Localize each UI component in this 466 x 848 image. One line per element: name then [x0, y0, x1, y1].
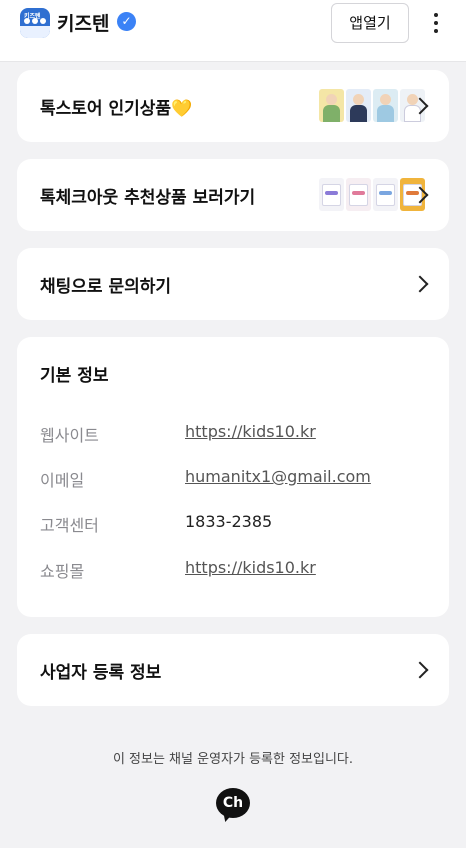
product-thumbnail	[373, 178, 398, 211]
channel-logo[interactable]: 키즈텐	[20, 8, 50, 38]
business-registration-card[interactable]: 사업자 등록 정보	[17, 634, 449, 706]
product-thumbnail	[319, 178, 344, 211]
shopping-mall-link[interactable]: https://kids10.kr	[185, 558, 316, 577]
app-header: 키즈텐 키즈텐 ✓ 앱열기	[0, 0, 466, 62]
footer-note: 이 정보는 채널 운영자가 등록한 정보입니다.	[112, 752, 354, 767]
talkstore-popular-card[interactable]: 톡스토어 인기상품💛	[17, 70, 449, 142]
talkcheckout-recommend-card[interactable]: 톡체크아웃 추천상품 보러가기	[17, 159, 449, 231]
talkstore-popular-label: 톡스토어 인기상품	[40, 99, 172, 119]
info-label-email: 이메일	[40, 471, 85, 490]
business-registration-label: 사업자 등록 정보	[40, 663, 162, 683]
basic-info-title: 기본 정보	[40, 366, 109, 386]
product-thumbnail	[346, 89, 371, 122]
product-thumbnail	[346, 178, 371, 211]
product-thumbnail	[319, 89, 344, 122]
talkcheckout-recommend-label: 톡체크아웃 추천상품 보러가기	[40, 188, 256, 208]
more-vertical-icon[interactable]	[426, 11, 446, 37]
chat-inquiry-card[interactable]: 채팅으로 문의하기	[17, 248, 449, 320]
chevron-right-icon	[411, 661, 429, 679]
website-link[interactable]: https://kids10.kr	[185, 422, 316, 441]
chat-inquiry-label: 채팅으로 문의하기	[40, 277, 172, 297]
info-label-customer-center: 고객센터	[40, 516, 99, 535]
info-label-shopping-mall: 쇼핑몰	[40, 562, 85, 581]
product-thumbnails	[319, 89, 425, 122]
chevron-right-icon	[411, 275, 429, 293]
yellow-heart-icon: 💛	[171, 99, 193, 119]
channel-name: 키즈텐	[57, 13, 110, 35]
email-link[interactable]: humanitx1@gmail.com	[185, 467, 371, 486]
verified-badge-icon: ✓	[117, 12, 136, 31]
kakao-channel-icon: Ch	[216, 788, 250, 818]
open-app-button[interactable]: 앱열기	[331, 3, 409, 43]
basic-info-card: 기본 정보 웹사이트 https://kids10.kr 이메일 humanit…	[17, 337, 449, 617]
info-label-website: 웹사이트	[40, 426, 99, 445]
customer-center-phone: 1833-2385	[185, 512, 273, 531]
product-thumbnails	[319, 178, 425, 211]
product-thumbnail	[373, 89, 398, 122]
